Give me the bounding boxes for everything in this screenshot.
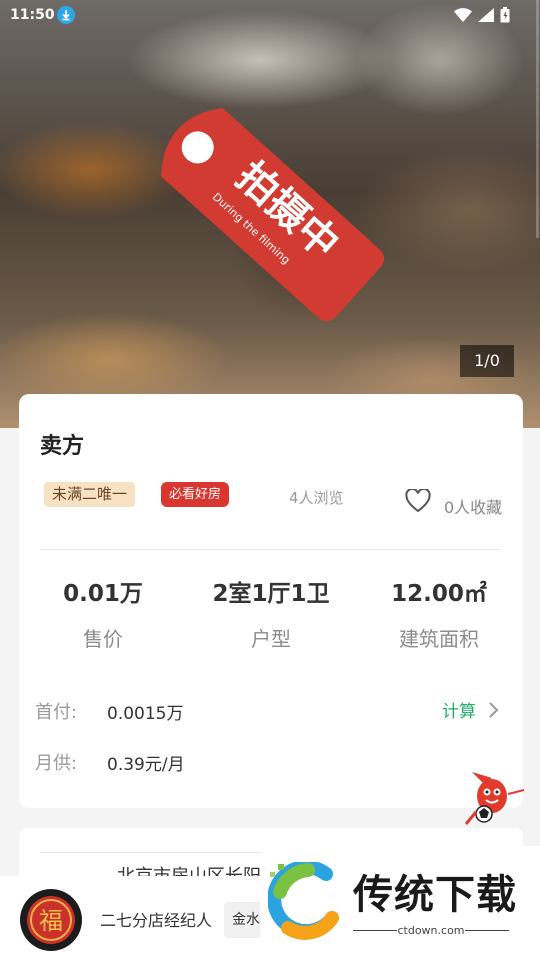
watermark-title: 传统下载 xyxy=(353,872,517,918)
heart-icon[interactable] xyxy=(405,487,431,517)
mascot-float-button[interactable] xyxy=(462,768,528,834)
stat-layout: 2室1厅1卫 户型 xyxy=(187,579,355,652)
scrollbar xyxy=(536,0,539,238)
area-label: 建筑面积 xyxy=(399,627,479,651)
tag-primary: 未满二唯一 xyxy=(44,482,136,507)
hero-photo[interactable]: 11:50 拍摄中 During the filming 1/0 xyxy=(0,0,540,428)
tag-hot: 必看好房 xyxy=(161,482,230,507)
property-card: 卖方 未满二唯一 必看好房 4人浏览 0人收藏 0.01万 售价 2室1厅1卫 … xyxy=(19,394,523,808)
area-value: 12.00㎡ xyxy=(391,581,487,607)
stat-area: 12.00㎡ 建筑面积 xyxy=(355,579,523,652)
photo-counter: 1/0 xyxy=(460,345,514,377)
download-icon xyxy=(57,6,75,24)
price-value: 0.01万 xyxy=(63,581,143,607)
chevron-right-icon[interactable] xyxy=(487,701,499,723)
battery-icon xyxy=(500,7,510,23)
mascot-icon xyxy=(464,772,525,825)
page-title: 卖方 xyxy=(40,434,85,459)
layout-value: 2室1厅1卫 xyxy=(212,581,330,607)
signal-icon xyxy=(478,8,494,22)
layout-label: 户型 xyxy=(251,627,291,651)
down-payment-label: 首付: xyxy=(35,702,78,723)
calculate-link[interactable]: 计算 xyxy=(442,697,476,722)
monthly-label: 月供: xyxy=(35,753,78,774)
watermark-logo-icon xyxy=(268,862,339,940)
monthly-value: 0.39元/月 xyxy=(107,755,185,775)
price-label: 售价 xyxy=(83,627,123,651)
down-payment-value: 0.0015万 xyxy=(107,704,184,724)
status-bar: 11:50 xyxy=(0,0,540,32)
avatar[interactable]: 福 xyxy=(20,889,82,951)
filming-tag: 拍摄中 During the filming xyxy=(150,92,400,346)
divider xyxy=(40,852,260,853)
view-count: 4人浏览 xyxy=(289,489,344,507)
divider xyxy=(465,930,509,931)
agent-badge[interactable]: 金水 xyxy=(224,902,260,938)
status-time: 11:50 xyxy=(10,7,55,23)
wifi-icon xyxy=(454,8,472,22)
divider xyxy=(40,549,500,550)
watermark: 传统下载 ctdown.com xyxy=(260,846,540,960)
favorite-count[interactable]: 0人收藏 xyxy=(444,494,502,518)
agent-name: 二七分店经纪人 xyxy=(100,911,213,930)
stat-price: 0.01万 售价 xyxy=(19,579,187,652)
avatar-glyph: 福 xyxy=(39,907,63,935)
